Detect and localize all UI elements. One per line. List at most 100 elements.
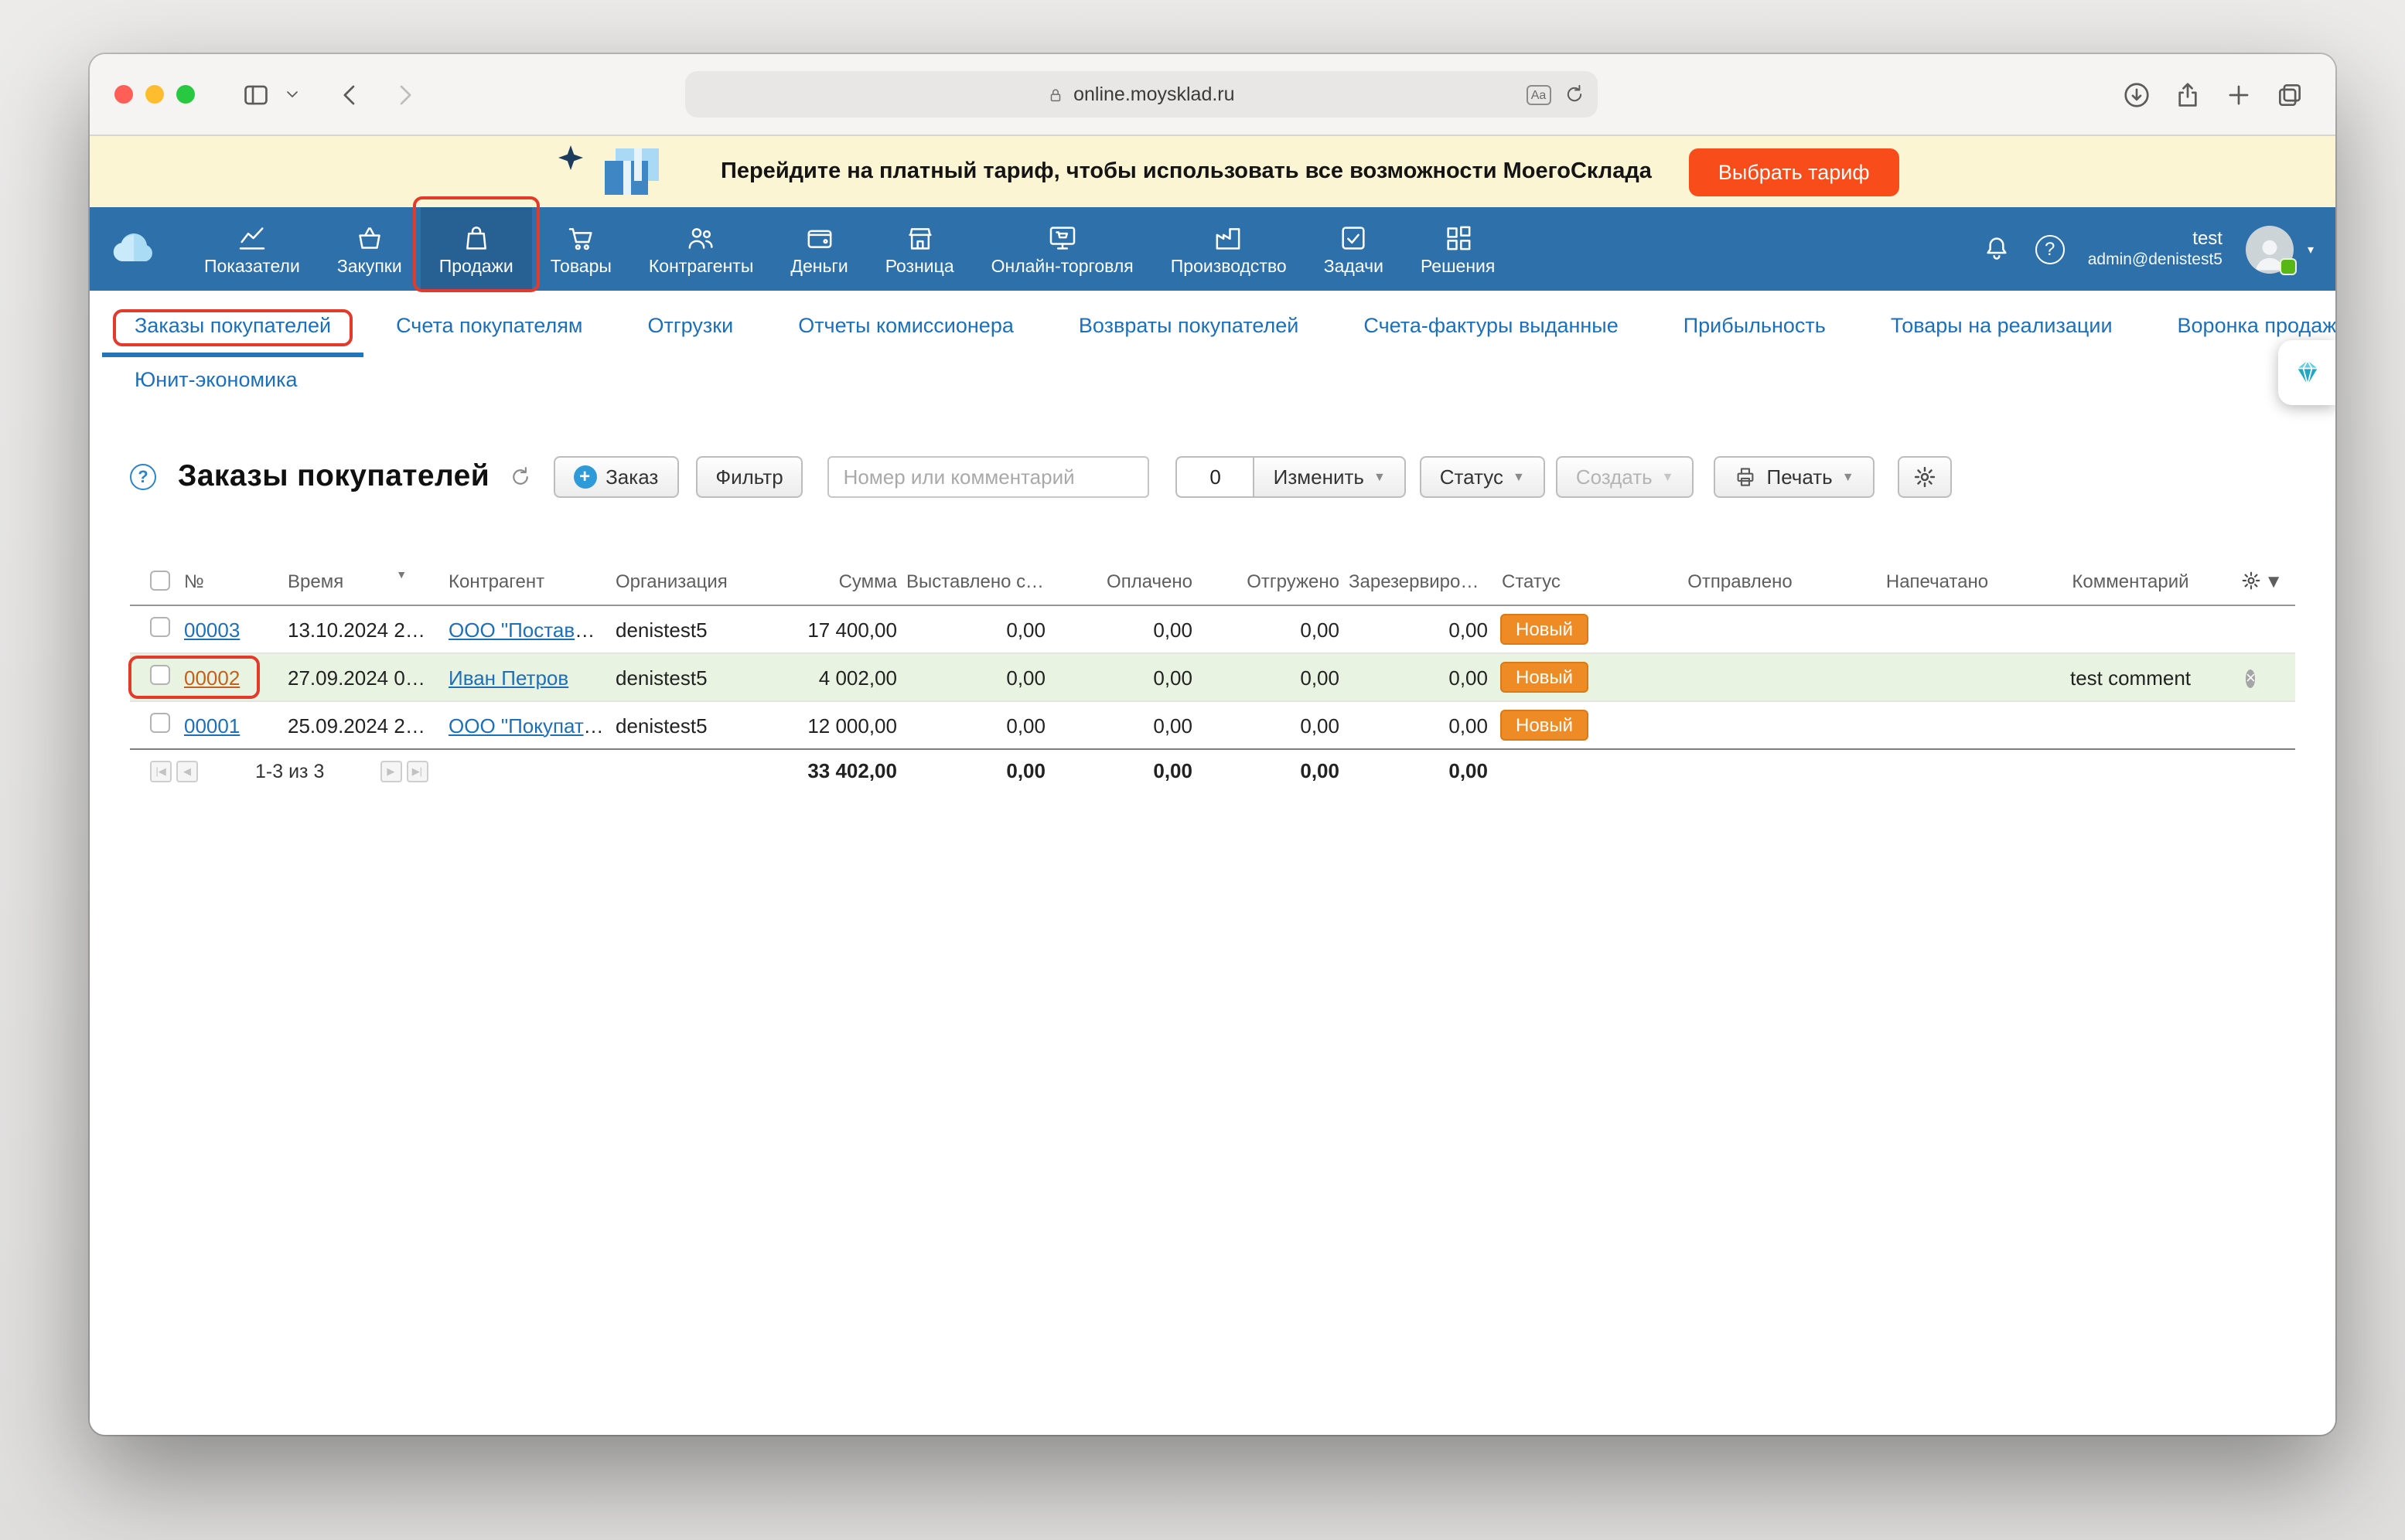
paid-value: 0,00 — [1055, 714, 1202, 737]
bell-icon[interactable] — [1981, 233, 2012, 264]
total-sum: 33 402,00 — [730, 759, 906, 782]
table-row[interactable]: 00001 25.09.2024 23:16 ООО "Покупатель" … — [130, 702, 2295, 750]
pagination: |◀ ◀ 1-3 из 3 ▶ ▶| — [130, 760, 606, 782]
table-row[interactable]: 00003 13.10.2024 23:01 ООО "Поставщик" d… — [130, 606, 2295, 654]
status-badge[interactable]: Новый — [1500, 662, 1588, 693]
col-sent[interactable]: Отправлено — [1639, 570, 1840, 591]
nav-label: Продажи — [439, 257, 513, 276]
shipped-value: 0,00 — [1202, 666, 1349, 689]
forward-button[interactable] — [384, 73, 425, 115]
downloads-button[interactable] — [2116, 73, 2158, 115]
choose-tariff-button[interactable]: Выбрать тариф — [1689, 148, 1899, 196]
status-badge[interactable]: Новый — [1500, 614, 1588, 645]
zoom-button[interactable] — [176, 85, 195, 104]
print-button[interactable]: Печать▼ — [1714, 456, 1875, 498]
nav-item-solutions[interactable]: Решения — [1402, 207, 1513, 291]
tab-goods-on-sale[interactable]: Товары на реализации — [1858, 303, 2145, 357]
sidebar-toggle-button[interactable] — [235, 73, 277, 115]
row-checkbox[interactable] — [150, 617, 170, 637]
col-time[interactable]: Время▼ — [278, 570, 436, 591]
edit-button[interactable]: Изменить▼ — [1254, 456, 1406, 498]
nav-item-counterparties[interactable]: Контрагенты — [630, 207, 772, 291]
tab-unit-economics[interactable]: Юнит-экономика — [102, 357, 330, 407]
reload-icon[interactable] — [1563, 83, 1585, 105]
col-status[interactable]: Статус — [1497, 570, 1639, 591]
row-checkbox[interactable] — [150, 665, 170, 685]
create-button[interactable]: Создать▼ — [1556, 456, 1694, 498]
table-row[interactable]: 00002 27.09.2024 00:13 Иван Петров denis… — [130, 654, 2295, 702]
translate-icon[interactable]: Aa — [1527, 84, 1551, 104]
orders-table: № Время▼ Контрагент Организация Сумма Вы… — [130, 557, 2295, 792]
address-bar[interactable]: online.moysklad.ru Aa — [684, 71, 1597, 118]
prev-page-icon[interactable]: ◀ — [176, 760, 198, 782]
help-icon[interactable]: ? — [2035, 234, 2065, 264]
tab-customer-invoices[interactable]: Счета покупателям — [363, 303, 615, 357]
next-page-icon[interactable]: ▶ — [380, 760, 401, 782]
tab-commission-reports[interactable]: Отчеты комиссионера — [766, 303, 1046, 357]
col-reserved[interactable]: Зарезервировано — [1349, 570, 1497, 591]
row-checkbox[interactable] — [150, 713, 170, 733]
gear-icon — [1913, 465, 1936, 489]
page-help-icon[interactable]: ? — [130, 464, 156, 490]
back-icon — [336, 80, 365, 109]
nav-item-sales[interactable]: Продажи — [421, 207, 532, 291]
search-input[interactable] — [828, 456, 1150, 498]
new-tab-button[interactable] — [2218, 73, 2260, 115]
col-invoiced[interactable]: Выставлено сче... — [906, 570, 1055, 591]
minimize-button[interactable] — [145, 85, 164, 104]
user-menu[interactable]: test admin@denistest5 — [2088, 227, 2222, 271]
clear-row-icon[interactable]: × — [2246, 669, 2256, 688]
sidebar-chevron-button[interactable] — [277, 79, 308, 110]
create-order-button[interactable]: + Заказ — [553, 456, 678, 498]
invoiced-value: 0,00 — [906, 618, 1055, 641]
nav-item-online-trade[interactable]: Онлайн-торговля — [973, 207, 1152, 291]
col-paid[interactable]: Оплачено — [1055, 570, 1202, 591]
column-settings-button[interactable]: ▼ — [2227, 570, 2295, 591]
order-number-link[interactable]: 00003 — [184, 618, 240, 641]
nav-item-purchases[interactable]: Закупки — [319, 207, 421, 291]
filter-button[interactable]: Фильтр — [695, 456, 803, 498]
col-sum[interactable]: Сумма — [730, 570, 906, 591]
nav-item-goods[interactable]: Товары — [532, 207, 630, 291]
avatar[interactable] — [2246, 225, 2294, 273]
tab-profitability[interactable]: Прибыльность — [1651, 303, 1858, 357]
col-num[interactable]: № — [173, 570, 278, 591]
moysklad-logo[interactable] — [90, 207, 186, 291]
order-number-link[interactable]: 00001 — [184, 714, 240, 737]
browser-toolbar: online.moysklad.ru Aa — [90, 54, 2335, 136]
gem-icon — [2290, 356, 2324, 390]
nav-item-money[interactable]: Деньги — [772, 207, 866, 291]
tab-overview-button[interactable] — [2269, 73, 2311, 115]
sum-value: 12 000,00 — [730, 714, 906, 737]
first-page-icon[interactable]: |◀ — [150, 760, 172, 782]
col-organization[interactable]: Организация — [606, 570, 730, 591]
tab-shipments[interactable]: Отгрузки — [615, 303, 766, 357]
col-shipped[interactable]: Отгружено — [1202, 570, 1349, 591]
user-caret-icon[interactable]: ▾ — [2308, 242, 2314, 256]
select-all-checkbox[interactable] — [150, 570, 170, 590]
col-comment[interactable]: Комментарий — [2034, 570, 2227, 591]
nav-item-production[interactable]: Производство — [1152, 207, 1305, 291]
col-counterparty[interactable]: Контрагент — [436, 570, 606, 591]
status-button[interactable]: Статус▼ — [1420, 456, 1545, 498]
close-button[interactable] — [114, 85, 133, 104]
col-printed[interactable]: Напечатано — [1840, 570, 2034, 591]
counterparty-link[interactable]: ООО "Поставщик" — [449, 618, 606, 641]
nav-item-retail[interactable]: Розница — [867, 207, 973, 291]
premium-gem-button[interactable] — [2278, 340, 2335, 405]
tab-customer-orders[interactable]: Заказы покупателей — [102, 303, 363, 357]
tab-issued-invoices[interactable]: Счета-фактуры выданные — [1331, 303, 1650, 357]
counterparty-link[interactable]: Иван Петров — [449, 666, 568, 689]
counterparty-link[interactable]: ООО "Покупатель" — [449, 714, 606, 737]
status-badge[interactable]: Новый — [1500, 710, 1588, 741]
tab-label: Воронка продаж — [2178, 314, 2335, 337]
nav-item-tasks[interactable]: Задачи — [1305, 207, 1402, 291]
settings-button[interactable] — [1898, 456, 1952, 498]
nav-item-indicators[interactable]: Показатели — [186, 207, 319, 291]
share-button[interactable] — [2167, 73, 2209, 115]
refresh-button[interactable] — [508, 465, 531, 489]
back-button[interactable] — [329, 73, 371, 115]
tab-customer-returns[interactable]: Возвраты покупателей — [1046, 303, 1332, 357]
last-page-icon[interactable]: ▶| — [406, 760, 428, 782]
order-number-link[interactable]: 00002 — [184, 666, 240, 689]
